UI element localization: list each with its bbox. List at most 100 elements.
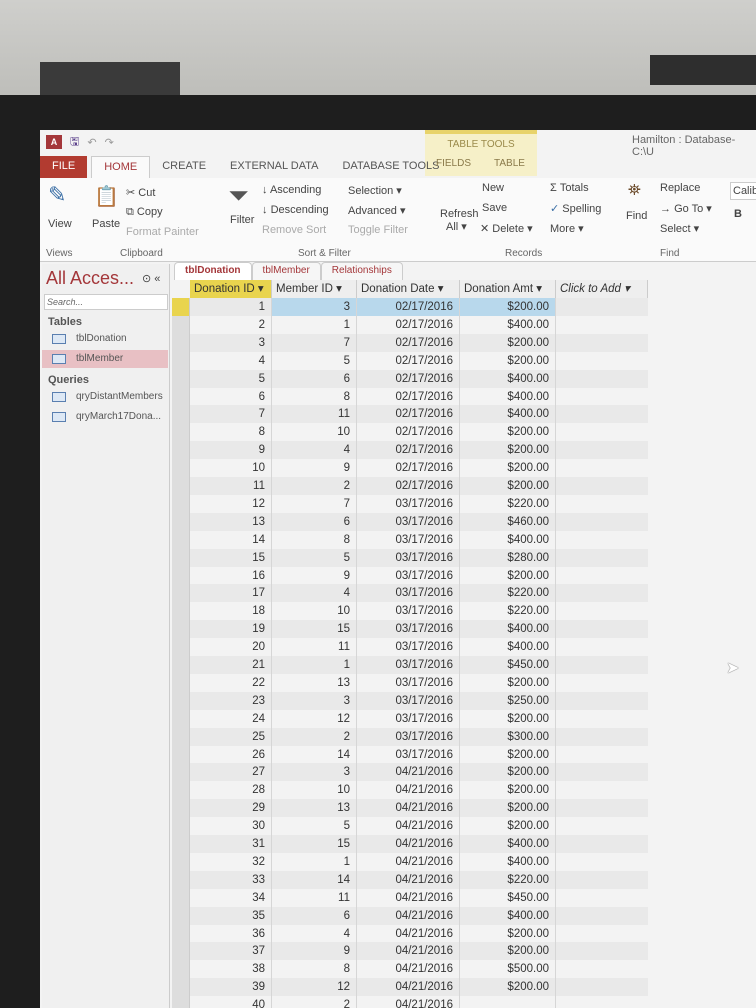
nav-item-qrydistantmembers[interactable]: qryDistantMembers xyxy=(42,388,168,406)
donation-date-cell[interactable]: 02/17/2016 xyxy=(357,459,460,478)
member-id-cell[interactable]: 8 xyxy=(272,387,357,406)
record-selector[interactable] xyxy=(172,315,190,334)
member-id-cell[interactable]: 7 xyxy=(272,333,357,352)
column-header-donation-date[interactable]: Donation Date ▾ xyxy=(357,280,460,298)
totals-button[interactable]: Σ Totals xyxy=(550,182,589,194)
record-selector[interactable] xyxy=(172,852,190,871)
donation-id-cell[interactable]: 15 xyxy=(190,548,272,567)
donation-amt-cell[interactable]: $200.00 xyxy=(460,423,556,442)
donation-id-cell[interactable]: 16 xyxy=(190,566,272,585)
tab-database-tools[interactable]: DATABASE TOOLS xyxy=(330,156,451,178)
record-selector[interactable] xyxy=(172,942,190,961)
donation-id-cell[interactable]: 10 xyxy=(190,459,272,478)
donation-amt-cell[interactable]: $220.00 xyxy=(460,602,556,621)
donation-id-cell[interactable]: 7 xyxy=(190,405,272,424)
column-header-click-to-add[interactable]: Click to Add ▾ xyxy=(556,280,648,298)
table-row[interactable]: 20 11 03/17/2016 $400.00 xyxy=(172,638,648,657)
new-record-button[interactable]: New xyxy=(482,182,504,194)
donation-date-cell[interactable]: 02/17/2016 xyxy=(357,369,460,388)
member-id-cell[interactable]: 1 xyxy=(272,852,357,871)
donation-id-cell[interactable]: 1 xyxy=(190,298,272,316)
donation-date-cell[interactable]: 03/17/2016 xyxy=(357,745,460,764)
table-row[interactable]: 22 13 03/17/2016 $200.00 xyxy=(172,673,648,692)
donation-amt-cell[interactable]: $450.00 xyxy=(460,888,556,907)
tab-home[interactable]: HOME xyxy=(91,156,151,178)
donation-amt-cell[interactable]: $220.00 xyxy=(460,584,556,603)
format-painter-button[interactable]: Format Painter xyxy=(126,226,199,238)
member-id-cell[interactable]: 1 xyxy=(272,656,357,674)
member-id-cell[interactable]: 14 xyxy=(272,870,357,889)
table-row[interactable]: 28 10 04/21/2016 $200.00 xyxy=(172,781,648,800)
record-selector[interactable] xyxy=(172,423,190,442)
donation-amt-cell[interactable]: $200.00 xyxy=(460,709,556,728)
table-row[interactable]: 15 5 03/17/2016 $280.00 xyxy=(172,548,648,567)
donation-id-cell[interactable]: 12 xyxy=(190,494,272,513)
record-selector[interactable] xyxy=(172,548,190,567)
view-button[interactable]: View xyxy=(48,218,72,230)
donation-date-cell[interactable]: 04/21/2016 xyxy=(357,763,460,782)
donation-amt-cell[interactable]: $400.00 xyxy=(460,638,556,657)
donation-date-cell[interactable]: 04/21/2016 xyxy=(357,799,460,818)
donation-id-cell[interactable]: 20 xyxy=(190,638,272,657)
toggle-filter-button[interactable]: Toggle Filter xyxy=(348,224,408,236)
donation-date-cell[interactable]: 02/17/2016 xyxy=(357,441,460,460)
donation-date-cell[interactable]: 04/21/2016 xyxy=(357,996,460,1008)
undo-icon[interactable]: ↶ xyxy=(87,136,96,149)
donation-amt-cell[interactable]: $200.00 xyxy=(460,298,556,316)
donation-date-cell[interactable]: 03/17/2016 xyxy=(357,512,460,531)
table-row[interactable]: 31 15 04/21/2016 $400.00 xyxy=(172,835,648,853)
goto-button[interactable]: → Go To ▾ xyxy=(660,202,712,215)
record-selector[interactable] xyxy=(172,906,190,925)
record-selector[interactable] xyxy=(172,888,190,907)
member-id-cell[interactable]: 1 xyxy=(272,315,357,334)
donation-id-cell[interactable]: 5 xyxy=(190,369,272,388)
donation-amt-cell[interactable]: $400.00 xyxy=(460,620,556,639)
donation-amt-cell[interactable]: $200.00 xyxy=(460,566,556,585)
member-id-cell[interactable]: 5 xyxy=(272,351,357,370)
donation-amt-cell[interactable]: $200.00 xyxy=(460,817,556,836)
table-row[interactable]: 25 2 03/17/2016 $300.00 xyxy=(172,727,648,746)
donation-id-cell[interactable]: 29 xyxy=(190,799,272,818)
donation-id-cell[interactable]: 6 xyxy=(190,387,272,406)
member-id-cell[interactable]: 8 xyxy=(272,960,357,979)
record-selector[interactable] xyxy=(172,477,190,495)
donation-amt-cell[interactable]: $400.00 xyxy=(460,387,556,406)
donation-date-cell[interactable]: 02/17/2016 xyxy=(357,351,460,370)
member-id-cell[interactable]: 5 xyxy=(272,817,357,836)
tab-table[interactable]: TABLE xyxy=(494,158,525,169)
record-selector[interactable] xyxy=(172,638,190,657)
donation-amt-cell[interactable] xyxy=(460,996,556,1008)
advanced-button[interactable]: Advanced ▾ xyxy=(348,204,406,217)
donation-amt-cell[interactable]: $200.00 xyxy=(460,745,556,764)
member-id-cell[interactable]: 15 xyxy=(272,620,357,639)
donation-amt-cell[interactable]: $400.00 xyxy=(460,530,556,549)
donation-date-cell[interactable]: 03/17/2016 xyxy=(357,638,460,657)
record-selector[interactable] xyxy=(172,978,190,997)
table-row[interactable]: 6 8 02/17/2016 $400.00 xyxy=(172,387,648,406)
record-selector[interactable] xyxy=(172,530,190,549)
donation-id-cell[interactable]: 27 xyxy=(190,763,272,782)
record-selector[interactable] xyxy=(172,512,190,531)
record-selector[interactable] xyxy=(172,459,190,478)
column-header-member-id[interactable]: Member ID ▾ xyxy=(272,280,357,298)
font-name-select[interactable]: Calib xyxy=(730,182,756,200)
donation-date-cell[interactable]: 04/21/2016 xyxy=(357,870,460,889)
doc-tab-relationships[interactable]: Relationships xyxy=(320,262,403,280)
record-selector[interactable] xyxy=(172,745,190,764)
donation-amt-cell[interactable]: $200.00 xyxy=(460,781,556,800)
table-row[interactable]: 19 15 03/17/2016 $400.00 xyxy=(172,620,648,639)
filter-button[interactable]: Filter xyxy=(230,214,254,226)
donation-date-cell[interactable]: 02/17/2016 xyxy=(357,405,460,424)
queries-section-header[interactable]: Queries xyxy=(48,374,89,386)
record-selector[interactable] xyxy=(172,369,190,388)
member-id-cell[interactable]: 6 xyxy=(272,369,357,388)
table-row[interactable]: 33 14 04/21/2016 $220.00 xyxy=(172,870,648,889)
donation-amt-cell[interactable]: $200.00 xyxy=(460,924,556,943)
donation-amt-cell[interactable]: $500.00 xyxy=(460,960,556,979)
donation-amt-cell[interactable]: $200.00 xyxy=(460,978,556,997)
record-selector[interactable] xyxy=(172,566,190,585)
record-selector[interactable] xyxy=(172,656,190,674)
member-id-cell[interactable]: 9 xyxy=(272,942,357,961)
donation-amt-cell[interactable]: $450.00 xyxy=(460,656,556,674)
member-id-cell[interactable]: 7 xyxy=(272,494,357,513)
